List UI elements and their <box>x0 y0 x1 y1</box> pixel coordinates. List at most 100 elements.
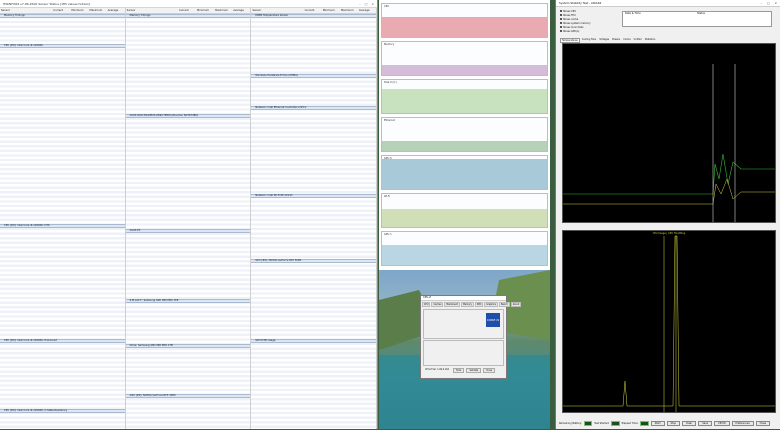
option-label: Stress CPU <box>563 9 576 13</box>
date-time-header: Date & Time <box>625 12 641 15</box>
sensor-group[interactable]: GPU [#0]: NVIDIA GeForce RTX 3080 <box>125 394 251 398</box>
sensor-group[interactable]: S.M.A.R.T.: Samsung SSD 980 PRO 1TB <box>125 299 251 303</box>
col-min[interactable]: Minimum <box>322 9 340 12</box>
col-avg[interactable]: Average <box>232 9 250 12</box>
sensor-group[interactable]: CPU [#0]: Intel Core i9-12900K: C-State … <box>0 409 125 413</box>
test-started-label: Test Started: <box>594 422 610 425</box>
maximize-icon[interactable]: □ <box>365 2 368 6</box>
elapsed-time-label: Elapsed Time: <box>621 422 639 425</box>
checkbox-icon[interactable] <box>560 26 562 28</box>
sensor-group[interactable]: Windows Hardware Errors (WHEA) <box>251 74 377 78</box>
status-table: Date & Time Status <box>622 11 772 27</box>
clear-button[interactable]: Clear <box>681 421 697 426</box>
option-stress-gpu[interactable]: Stress GPU(s) <box>560 29 620 33</box>
cpuz-window: CPU-Z CPU Caches Mainboard Memory SPD Gr… <box>420 295 522 379</box>
perf-tile[interactable]: Wi-Fi <box>381 193 548 228</box>
checkbox-icon[interactable] <box>560 14 562 16</box>
tab-bench[interactable]: Bench <box>498 302 510 307</box>
perf-tile[interactable]: Disk 0 (C:) <box>381 79 548 114</box>
temperature-plot <box>563 64 775 222</box>
version-label: CPU-Z Ver. 1.99.0.x64 <box>425 368 449 371</box>
perf-tile-label: Memory <box>384 43 395 46</box>
sensor-group[interactable]: Memory Timings <box>125 14 251 18</box>
tab-graphics[interactable]: Graphics <box>484 302 498 307</box>
remaining-battery-value <box>583 421 593 426</box>
minimize-icon[interactable]: – <box>359 2 361 6</box>
sensor-group[interactable]: CPU [#0]: Intel Core i9-12900K: Enhanced <box>0 339 125 343</box>
sensor-rows[interactable]: Memory Timings CPU [#0]: Intel Core i9-1… <box>0 14 125 429</box>
sensor-group[interactable]: Memory Timings <box>0 14 125 18</box>
perf-tile-graph <box>382 17 547 37</box>
sensor-rows[interactable]: Memory Timings ASUS ROG MAXIMUS Z690 HER… <box>125 14 251 429</box>
sensor-column-1: Sensor Current Minimum Maximum Average Memor… <box>0 8 126 429</box>
col-min[interactable]: Minimum <box>196 9 214 12</box>
minimize-icon[interactable]: – <box>761 1 762 5</box>
perf-tile-label: Wi-Fi <box>384 195 390 198</box>
sensor-group[interactable]: DIMM Temperature Sensor <box>251 14 377 18</box>
col-current[interactable]: Current <box>304 9 322 12</box>
preferences-button[interactable]: Preferences <box>731 421 754 426</box>
tab-about[interactable]: About <box>510 302 522 307</box>
perf-tile[interactable]: GPU 0 <box>381 155 548 190</box>
col-current[interactable]: Current <box>52 9 70 12</box>
col-avg[interactable]: Average <box>107 9 125 12</box>
sensor-column-2: Sensor Current Minimum Maximum Average Memor… <box>125 8 252 429</box>
perf-tile-label: Disk 0 (C:) <box>384 81 398 84</box>
save-button[interactable]: Save <box>698 421 713 426</box>
tab-spd[interactable]: SPD <box>474 302 484 307</box>
stop-button[interactable]: Stop <box>666 421 680 426</box>
col-avg[interactable]: Average <box>358 9 376 12</box>
perf-tile[interactable]: GPU 1 <box>381 231 548 266</box>
tools-button[interactable]: Tools <box>452 368 465 373</box>
hwinfo-titlebar[interactable]: HWiNFO64 v7.06-4500 Sensor Status [185 v… <box>0 0 377 8</box>
start-button[interactable]: Start <box>650 421 665 426</box>
col-max[interactable]: Maximum <box>88 9 106 12</box>
checkbox-icon[interactable] <box>560 30 562 32</box>
col-sensor[interactable]: Sensor <box>251 9 303 12</box>
tab-memory[interactable]: Memory <box>460 302 474 307</box>
cpuz-bottom-bar: CPU-Z Ver. 1.99.0.x64 Tools Validate Clo… <box>421 367 506 374</box>
col-max[interactable]: Maximum <box>214 9 232 12</box>
sensor-group[interactable]: Network: Intel Ethernet Controller I225-… <box>251 106 377 110</box>
sensor-group[interactable]: ASUS EC <box>125 229 251 233</box>
checkbox-icon[interactable] <box>560 22 562 24</box>
close-button[interactable]: Close <box>755 421 771 426</box>
sensor-group[interactable]: CPU [#0]: Intel Core i9-12900K: DTS <box>0 224 125 228</box>
col-max[interactable]: Maximum <box>340 9 358 12</box>
sensor-columns: Sensor Current Minimum Maximum Average Memor… <box>0 8 378 429</box>
close-icon[interactable]: × <box>775 1 777 5</box>
hwinfo-window: HWiNFO64 v7.06-4500 Sensor Status [185 v… <box>0 0 378 429</box>
intel-logo: CORE i9 <box>486 313 500 327</box>
perf-tile-graph <box>382 141 547 151</box>
tab-caches[interactable]: Caches <box>431 302 444 307</box>
sensor-group[interactable]: CPU [#0]: Intel Core i9-12900K <box>0 44 125 48</box>
maximize-icon[interactable]: □ <box>767 1 770 5</box>
perf-tile[interactable]: Memory <box>381 41 548 76</box>
stability-titlebar[interactable]: System Stability Test - AIDA64 – □ × <box>556 0 780 7</box>
tab-cpu[interactable]: CPU <box>422 302 431 307</box>
col-sensor[interactable]: Sensor <box>126 9 178 12</box>
tab-mainboard[interactable]: Mainboard <box>444 302 460 307</box>
perf-tile[interactable]: Ethernet <box>381 117 548 152</box>
sensor-group[interactable]: ASUS ROG MAXIMUS Z690 HERO (Nuvoton NCT6… <box>125 114 251 118</box>
elapsed-time-value <box>640 421 649 426</box>
perf-tile-label: GPU 1 <box>384 233 392 236</box>
sensor-rows[interactable]: DIMM Temperature Sensor Windows Hardware… <box>251 14 377 429</box>
col-sensor[interactable]: Sensor <box>0 9 52 12</box>
validate-button[interactable]: Validate <box>466 368 482 373</box>
status-header: Status <box>697 12 705 15</box>
task-manager-performance: CPU Memory Disk 0 (C:) Ethernet GPU 0 Wi-Fi GP… <box>379 0 550 270</box>
sensor-group[interactable]: GPU [#0]: NVIDIA GeForce RTX 3080 <box>251 259 377 263</box>
cpuid-button[interactable]: CPUID <box>714 421 730 426</box>
close-button[interactable]: Close <box>483 368 496 373</box>
sensor-group[interactable]: Network: Intel Wi-Fi 6E AX211 <box>251 194 377 198</box>
close-icon[interactable]: × <box>371 2 374 6</box>
col-current[interactable]: Current <box>178 9 196 12</box>
checkbox-icon[interactable] <box>560 18 562 20</box>
sensor-group[interactable]: GPU D3D Usage <box>251 339 377 343</box>
perf-tile[interactable]: CPU <box>381 3 548 38</box>
sensor-group[interactable]: Drive: Samsung SSD 980 PRO 1TB <box>125 344 251 348</box>
sensor-column-3: Sensor Current Minimum Maximum Average DIMM … <box>251 8 378 429</box>
checkbox-icon[interactable] <box>560 10 562 12</box>
col-min[interactable]: Minimum <box>70 9 88 12</box>
